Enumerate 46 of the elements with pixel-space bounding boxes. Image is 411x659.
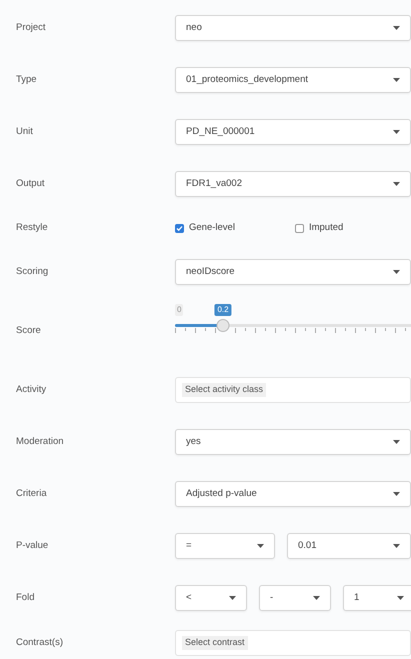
caret-icon	[393, 270, 400, 274]
slider-thumb[interactable]	[216, 319, 230, 332]
field-label: Fold	[15, 590, 36, 605]
dropdown[interactable]: PD_NE_000001	[175, 119, 411, 145]
checkbox[interactable]	[294, 224, 304, 232]
checkbox-label: Imputed	[308, 220, 344, 235]
dropdown[interactable]: <	[175, 585, 247, 611]
dropdown[interactable]: FDR1_va002	[175, 171, 411, 197]
caret-icon	[393, 544, 400, 548]
field-label: Project	[15, 20, 47, 35]
multiselect-field[interactable]: Select activity class	[175, 377, 411, 403]
field-label: P-value	[15, 538, 50, 553]
dropdown[interactable]: =	[175, 533, 275, 559]
caret-icon	[393, 78, 400, 82]
caret-icon	[397, 596, 404, 600]
caret-icon	[313, 596, 320, 600]
dropdown[interactable]: 1	[343, 585, 411, 611]
caret-icon	[393, 26, 400, 30]
dropdown[interactable]: neo	[175, 15, 411, 41]
caret-icon	[393, 492, 400, 496]
field-label: Activity	[15, 382, 48, 397]
caret-icon	[257, 544, 264, 548]
dropdown[interactable]: 01_proteomics_development	[175, 67, 411, 93]
field-label: Score	[15, 324, 42, 338]
dropdown[interactable]: 0.01	[287, 533, 411, 559]
dropdown[interactable]: Adjusted p-value	[175, 481, 411, 507]
field-label: Type	[15, 72, 38, 87]
field-label: Moderation	[15, 434, 65, 449]
dropdown[interactable]: yes	[175, 429, 411, 455]
field-label: Output	[15, 176, 46, 191]
field-label: Unit	[15, 124, 34, 139]
field-label: Restyle	[15, 220, 49, 235]
field-label: Criteria	[15, 486, 48, 501]
caret-icon	[393, 130, 400, 134]
field-label: Contrast(s)	[15, 636, 64, 650]
caret-icon	[393, 182, 400, 186]
slider-value-label: 0.2	[214, 304, 232, 316]
slider-min-label: 0	[175, 304, 184, 316]
caret-icon	[229, 596, 236, 600]
field-label: Scoring	[15, 264, 50, 279]
checkbox[interactable]	[175, 224, 184, 232]
multiselect-field[interactable]: Select contrast	[175, 630, 411, 656]
dropdown[interactable]: neoIDscore	[175, 259, 411, 285]
caret-icon	[393, 440, 400, 444]
checkbox-label: Gene-level	[189, 220, 235, 235]
dropdown[interactable]: -	[259, 585, 331, 611]
